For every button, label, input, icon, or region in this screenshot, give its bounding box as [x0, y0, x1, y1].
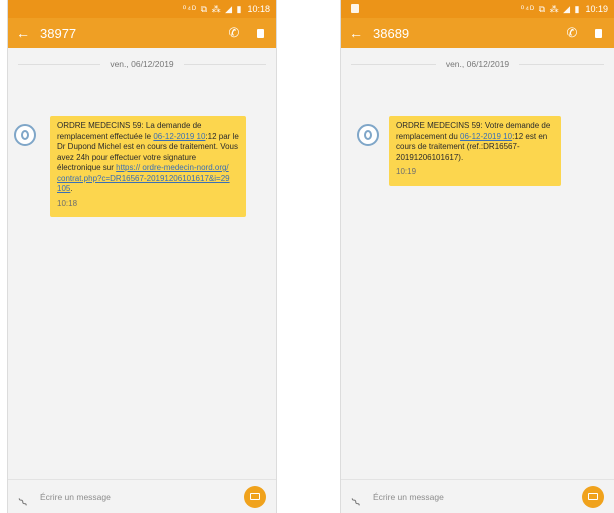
send-button[interactable]: [582, 485, 604, 508]
date-label: ven., 06/12/2019: [100, 59, 184, 69]
date-label: ven., 06/12/2019: [435, 59, 520, 69]
status-icons: ⁰⁴ᴰ ⧉ ⁂ ◢ ▮: [182, 3, 243, 14]
status-time: 10:18: [247, 4, 270, 14]
contact-avatar-icon[interactable]: [14, 124, 36, 146]
status-bar: ⁰⁴ᴰ ⧉ ⁂ ◢ ▮ 10:18: [8, 0, 276, 18]
back-arrow-icon[interactable]: ←: [16, 25, 36, 41]
message-bubble[interactable]: ORDRE MEDECINS 59: Votre demande de remp…: [389, 116, 561, 186]
contact-avatar-icon[interactable]: [357, 124, 379, 146]
status-bar: ⁰⁴ᴰ ⧉ ⁂ ◢ ▮ 10:19: [341, 0, 614, 18]
trash-icon[interactable]: [595, 28, 602, 38]
message-input[interactable]: [373, 491, 582, 502]
message-text: .: [70, 184, 73, 193]
status-icons: ⁰⁴ᴰ ⧉ ⁂ ◢ ▮: [520, 3, 581, 14]
conversation-header: ← 38689 ✆: [341, 18, 614, 48]
message-date-link[interactable]: 06-12-2019 10: [153, 132, 205, 141]
phone-screen-left: ⁰⁴ᴰ ⧉ ⁂ ◢ ▮ 10:18 ← 38977 ✆ ven., 06/12/…: [8, 0, 276, 513]
sim-icon: [351, 4, 359, 13]
date-separator: ven., 06/12/2019: [8, 54, 276, 74]
contact-number: 38689: [373, 25, 410, 41]
message-time: 10:19: [396, 167, 417, 176]
send-icon: [250, 493, 260, 500]
paperclip-icon[interactable]: ⌇: [349, 483, 376, 510]
message-composer: ⌇: [341, 479, 614, 513]
send-icon: [588, 493, 598, 500]
phone-screen-right: ⁰⁴ᴰ ⧉ ⁂ ◢ ▮ 10:19 ← 38689 ✆ ven., 06/12/…: [341, 0, 614, 513]
message-time: 10:18: [57, 198, 78, 208]
message-composer: ⌇: [8, 479, 276, 513]
back-arrow-icon[interactable]: ←: [349, 25, 369, 41]
conversation-header: ← 38977 ✆: [8, 18, 276, 48]
message-date-link[interactable]: 06-12-2019 10: [460, 132, 512, 141]
date-separator: ven., 06/12/2019: [341, 54, 614, 74]
paperclip-icon[interactable]: ⌇: [16, 483, 43, 510]
message-input[interactable]: [40, 491, 244, 502]
trash-icon[interactable]: [257, 28, 264, 38]
status-time: 10:19: [585, 4, 608, 14]
phone-icon[interactable]: ✆: [223, 25, 245, 41]
contact-number: 38977: [40, 25, 77, 41]
send-button[interactable]: [244, 485, 266, 508]
message-bubble[interactable]: ORDRE MEDECINS 59: La demande de remplac…: [50, 116, 246, 217]
phone-icon[interactable]: ✆: [561, 25, 583, 41]
